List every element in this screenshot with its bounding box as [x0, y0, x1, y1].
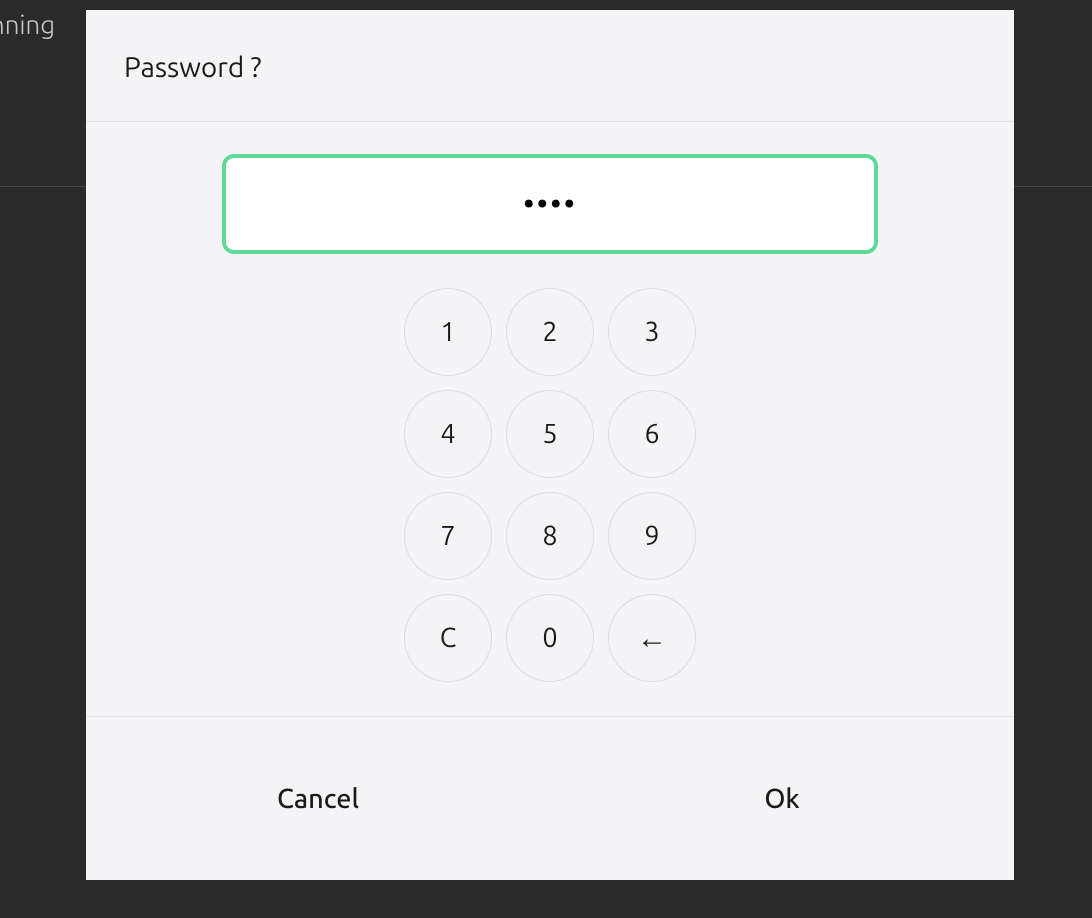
keypad-3-button[interactable]: 3: [608, 288, 696, 376]
dialog-footer: Cancel Ok: [86, 716, 1014, 880]
password-input[interactable]: [222, 154, 878, 254]
dialog-body: 1 2 3 4 5 6 7 8 9 C 0 ←: [86, 122, 1014, 716]
keypad-5-button[interactable]: 5: [506, 390, 594, 478]
cancel-button[interactable]: Cancel: [86, 717, 550, 880]
keypad-1-button[interactable]: 1: [404, 288, 492, 376]
keypad: 1 2 3 4 5 6 7 8 9 C 0 ←: [404, 288, 696, 682]
keypad-6-button[interactable]: 6: [608, 390, 696, 478]
password-dialog: Password ? 1 2 3 4 5 6 7 8 9 C 0 ← Cance…: [86, 10, 1014, 880]
dialog-title: Password ?: [124, 52, 976, 83]
dialog-header: Password ?: [86, 10, 1014, 122]
keypad-8-button[interactable]: 8: [506, 492, 594, 580]
keypad-backspace-button[interactable]: ←: [608, 594, 696, 682]
keypad-clear-button[interactable]: C: [404, 594, 492, 682]
backspace-icon: ←: [637, 620, 667, 656]
keypad-2-button[interactable]: 2: [506, 288, 594, 376]
keypad-7-button[interactable]: 7: [404, 492, 492, 580]
keypad-0-button[interactable]: 0: [506, 594, 594, 682]
ok-button[interactable]: Ok: [550, 717, 1014, 880]
keypad-4-button[interactable]: 4: [404, 390, 492, 478]
keypad-9-button[interactable]: 9: [608, 492, 696, 580]
background-text-fragment: nning: [0, 10, 55, 39]
